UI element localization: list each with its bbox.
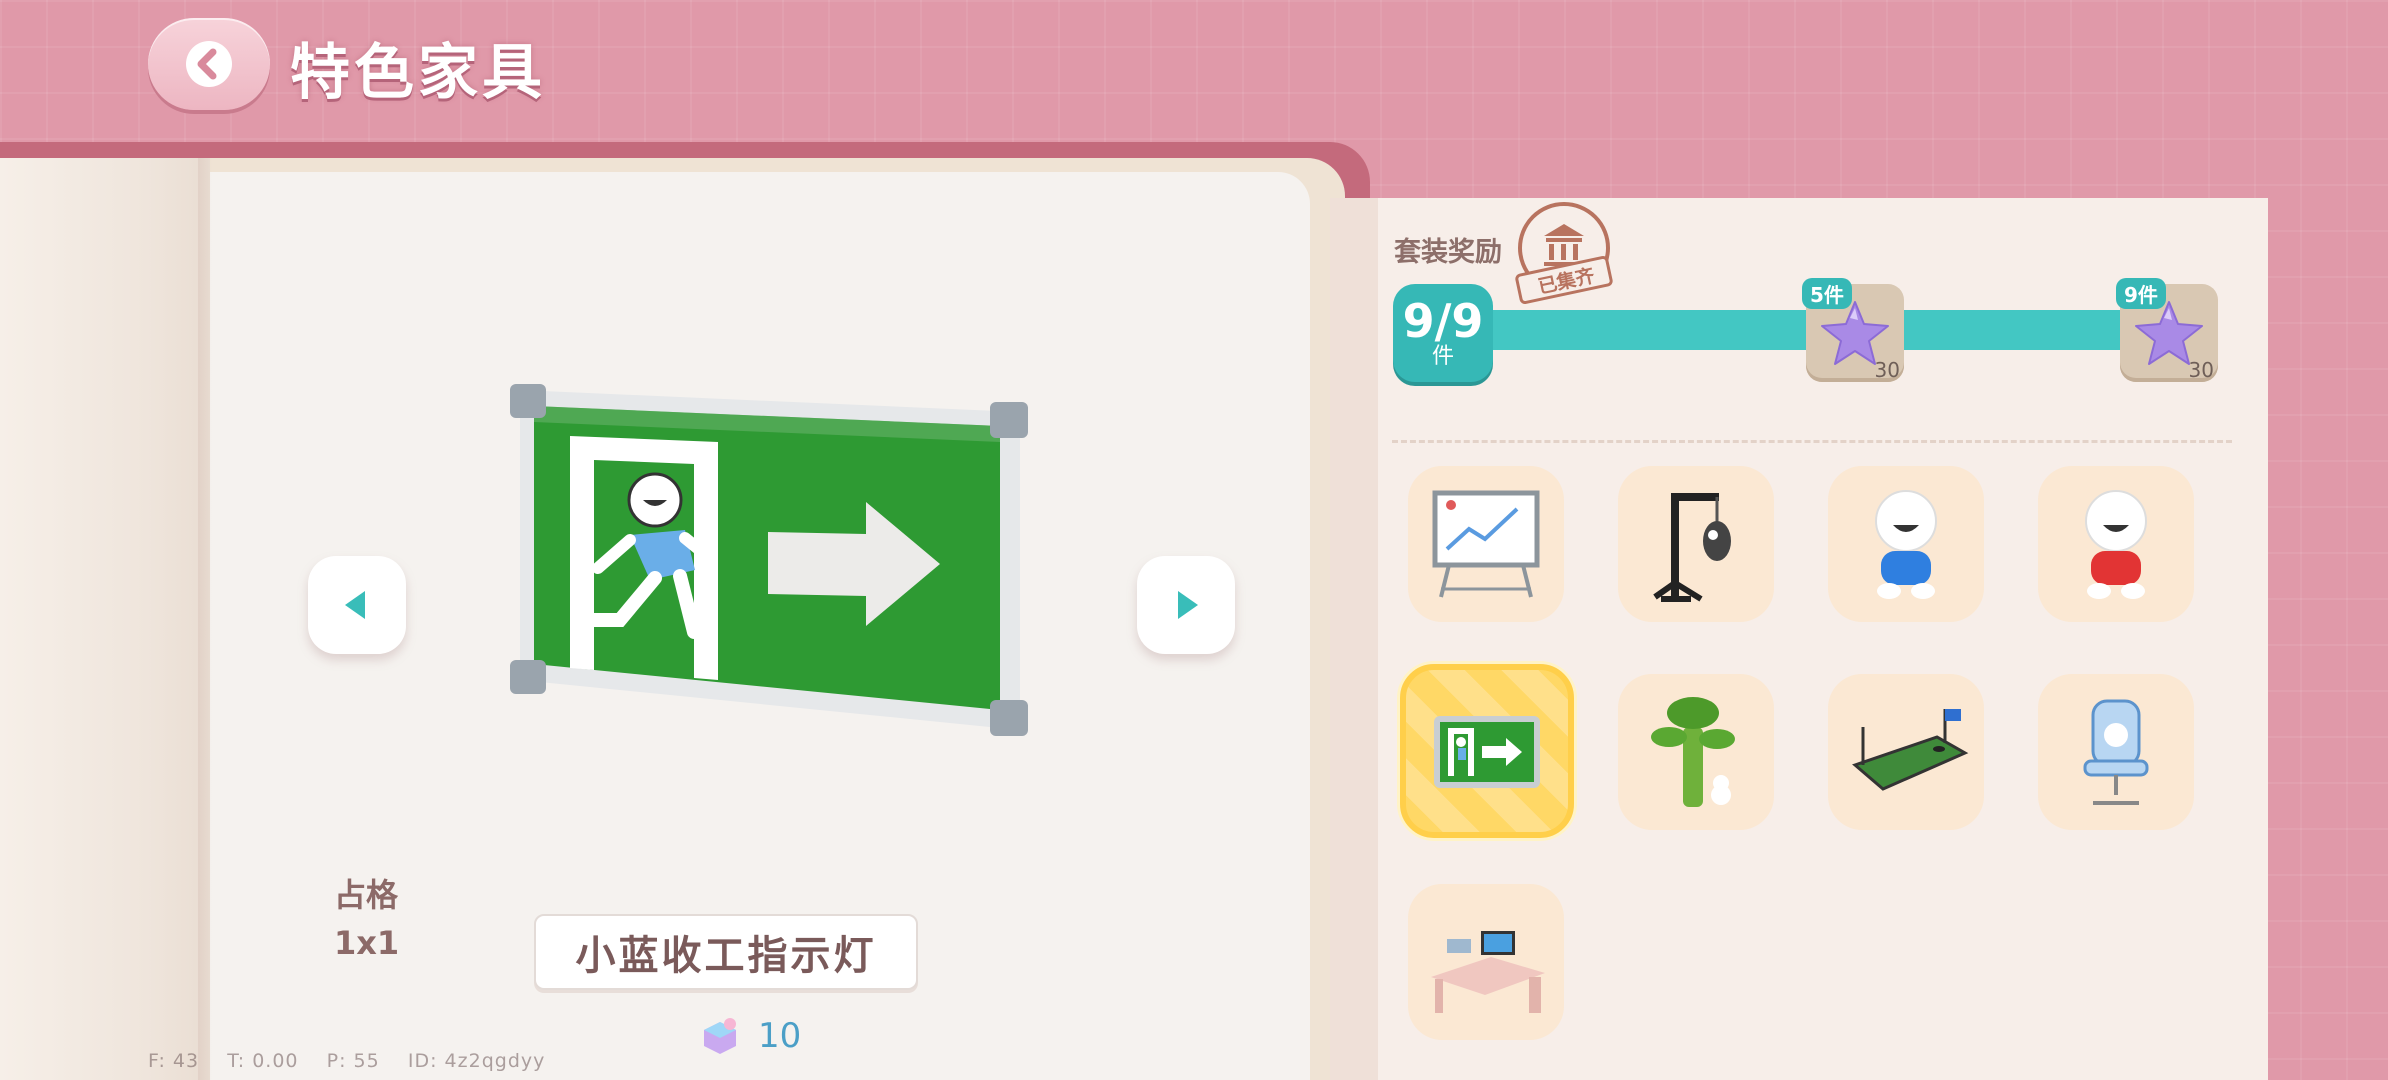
item-card-golf-mat[interactable] <box>1828 674 1984 830</box>
progress-bar <box>1440 310 2140 350</box>
grid-size-label: 占格 <box>334 876 399 914</box>
collected-stamp: 已集齐 <box>1515 202 1613 304</box>
item-card-punching-bag[interactable] <box>1618 466 1774 622</box>
next-item-button[interactable] <box>1137 556 1235 654</box>
reward-9-pieces[interactable]: 9件 30 <box>2116 278 2218 382</box>
item-card-gaming-chair[interactable] <box>2038 674 2194 830</box>
chevron-left-icon <box>186 41 232 87</box>
previous-item-button[interactable] <box>308 556 406 654</box>
reward-badge: 5件 <box>1802 278 1852 309</box>
item-card-red-doll[interactable] <box>2038 466 2194 622</box>
exit-sign-icon <box>1434 716 1540 788</box>
page-stack-edge <box>0 158 210 1080</box>
page-title: 特色家具 <box>290 38 546 108</box>
item-name-plate: 小蓝收工指示灯 <box>534 914 918 990</box>
whiteboard-icon <box>1432 490 1540 598</box>
item-card-computer-desk[interactable] <box>1408 884 1564 1040</box>
red-doll-icon <box>2085 490 2147 599</box>
item-card-whiteboard[interactable] <box>1408 466 1564 622</box>
museum-icon <box>1544 224 1584 266</box>
reward-badge: 9件 <box>2116 278 2166 309</box>
cost-value: 10 <box>758 1016 802 1056</box>
debug-info: F: 43 T: 0.00 P: 55 ID: 4z2qgdyy <box>148 1050 546 1072</box>
golf-mat-icon <box>1852 709 1969 791</box>
blue-doll-icon <box>1875 490 1937 599</box>
progress-unit: 件 <box>1431 344 1454 369</box>
panel-binding <box>1330 198 1378 1080</box>
puzzle-piece-icon <box>704 1018 736 1054</box>
set-reward-title: 套装奖励 <box>1394 237 1502 268</box>
item-card-blue-doll[interactable] <box>1828 466 1984 622</box>
reward-amount: 30 <box>2188 358 2214 382</box>
computer-desk-icon <box>1431 931 1545 1013</box>
grid-size-value: 1x1 <box>334 924 400 962</box>
panel-divider <box>1392 440 2232 443</box>
plant-icon <box>1651 697 1735 807</box>
progress-count: 9/9 <box>1402 294 1484 348</box>
back-button[interactable] <box>148 18 270 110</box>
page-fold <box>198 158 212 1080</box>
gaming-chair-icon <box>2083 699 2149 805</box>
reward-5-pieces[interactable]: 5件 30 <box>1802 278 1904 382</box>
progress-count-badge: 9/9 件 <box>1393 284 1493 382</box>
triangle-left-icon <box>345 591 365 619</box>
item-card-money-plant[interactable] <box>1618 674 1774 830</box>
exit-sign-preview-image <box>510 384 1028 736</box>
item-card-exit-sign[interactable] <box>1400 664 1574 838</box>
reward-amount: 30 <box>1874 358 1900 382</box>
triangle-right-icon <box>1178 591 1198 619</box>
punching-bag-icon <box>1653 493 1731 602</box>
